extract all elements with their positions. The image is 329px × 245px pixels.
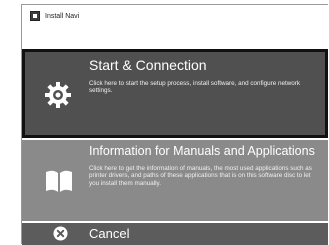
gear-icon bbox=[44, 81, 72, 109]
close-circle-icon bbox=[53, 226, 68, 241]
start-connection-button[interactable]: Start & Connection Click here to start t… bbox=[22, 49, 328, 138]
title-bar: Install Navi bbox=[22, 5, 328, 27]
manuals-applications-description: Click here to get the information of man… bbox=[89, 165, 312, 187]
window-title: Install Navi bbox=[45, 12, 80, 20]
manuals-applications-title: Information for Manuals and Applications bbox=[89, 144, 315, 158]
start-connection-description: Click here to start the setup process, i… bbox=[89, 80, 301, 95]
manuals-applications-button[interactable]: Information for Manuals and Applications… bbox=[22, 140, 328, 221]
installer-window: Install Navi Start & Connection Click he… bbox=[21, 4, 328, 245]
app-icon bbox=[30, 11, 40, 21]
cancel-button[interactable]: Cancel bbox=[22, 223, 328, 245]
cancel-label: Cancel bbox=[89, 226, 130, 241]
book-icon bbox=[44, 168, 74, 194]
start-connection-title: Start & Connection bbox=[89, 57, 207, 73]
